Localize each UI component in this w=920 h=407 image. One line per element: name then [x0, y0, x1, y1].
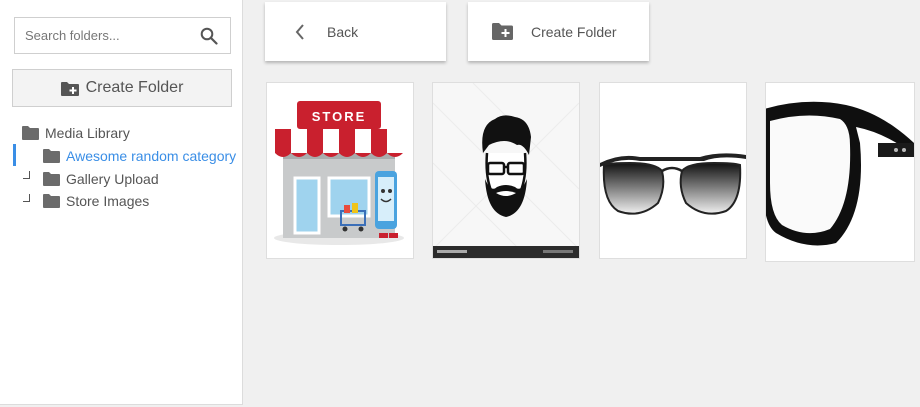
tree-item-label: Store Images	[66, 193, 150, 209]
tree-item-label: Gallery Upload	[66, 171, 159, 187]
create-folder-label: Create Folder	[85, 79, 184, 96]
add-folder-icon	[492, 23, 513, 40]
folder-icon	[43, 149, 60, 163]
folder-icon	[43, 194, 60, 208]
store-sign-text: STORE	[312, 109, 367, 124]
store-image: STORE	[274, 101, 404, 245]
tree-item-label: Media Library	[45, 125, 130, 141]
search-box	[14, 17, 231, 54]
tree-item-gallery-upload[interactable]: Gallery Upload	[43, 169, 159, 189]
folder-icon	[22, 126, 39, 140]
create-folder-label: Create Folder	[531, 23, 617, 40]
media-item-glasses[interactable]	[765, 82, 915, 262]
media-item-store[interactable]: STORE	[266, 82, 414, 259]
media-item-sunglasses[interactable]	[599, 82, 747, 259]
search-icon[interactable]	[200, 27, 218, 45]
folder-icon	[43, 172, 60, 186]
create-folder-button-sidebar[interactable]: Create Folder	[12, 69, 232, 107]
active-folder-indicator	[13, 144, 16, 166]
tree-connector	[23, 194, 30, 202]
tree-item-awesome-random-category[interactable]: Awesome random category	[43, 146, 236, 166]
aviator-sunglasses-image	[600, 83, 746, 258]
tree-item-store-images[interactable]: Store Images	[43, 191, 149, 211]
tree-item-media-library[interactable]: Media Library	[22, 123, 130, 143]
media-item-hipster[interactable]	[432, 82, 580, 259]
tree-connector	[23, 171, 30, 179]
search-input[interactable]	[15, 18, 205, 53]
hipster-face-image	[433, 83, 579, 258]
back-button[interactable]: Back	[265, 2, 446, 61]
black-glasses-image	[766, 83, 914, 261]
folder-sidebar: Create Folder Media Library Awesome rand…	[0, 0, 243, 405]
add-folder-icon	[60, 81, 79, 96]
chevron-left-icon	[295, 23, 304, 40]
create-folder-button[interactable]: Create Folder	[468, 2, 649, 61]
back-label: Back	[327, 23, 359, 40]
tree-item-label: Awesome random category	[66, 148, 237, 164]
